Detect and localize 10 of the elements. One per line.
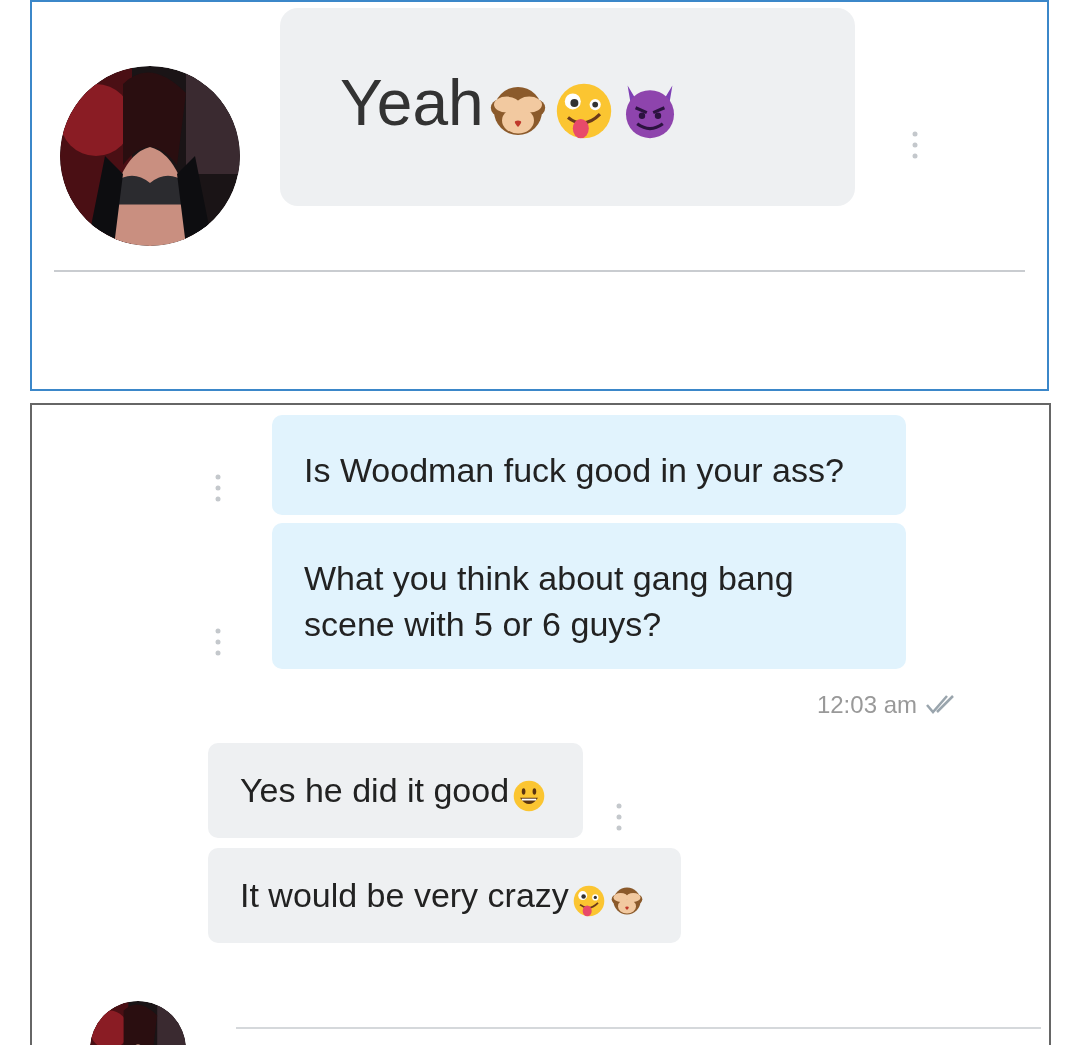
more-options-icon[interactable]	[214, 627, 222, 657]
more-options-icon[interactable]	[911, 130, 919, 160]
more-options-icon[interactable]	[214, 473, 222, 503]
message-text: What you think about gang bang scene with 5 or 6 guys?	[304, 558, 795, 645]
message-text: Yes he did it good	[240, 771, 548, 809]
message-text: Yeah	[340, 71, 682, 143]
timestamp: 12:03 am	[816, 690, 917, 720]
message-text: Is Woodman fuck good in your ass?	[304, 450, 844, 491]
more-options-icon[interactable]	[615, 802, 624, 832]
message-text: It would be very crazy	[240, 876, 645, 914]
